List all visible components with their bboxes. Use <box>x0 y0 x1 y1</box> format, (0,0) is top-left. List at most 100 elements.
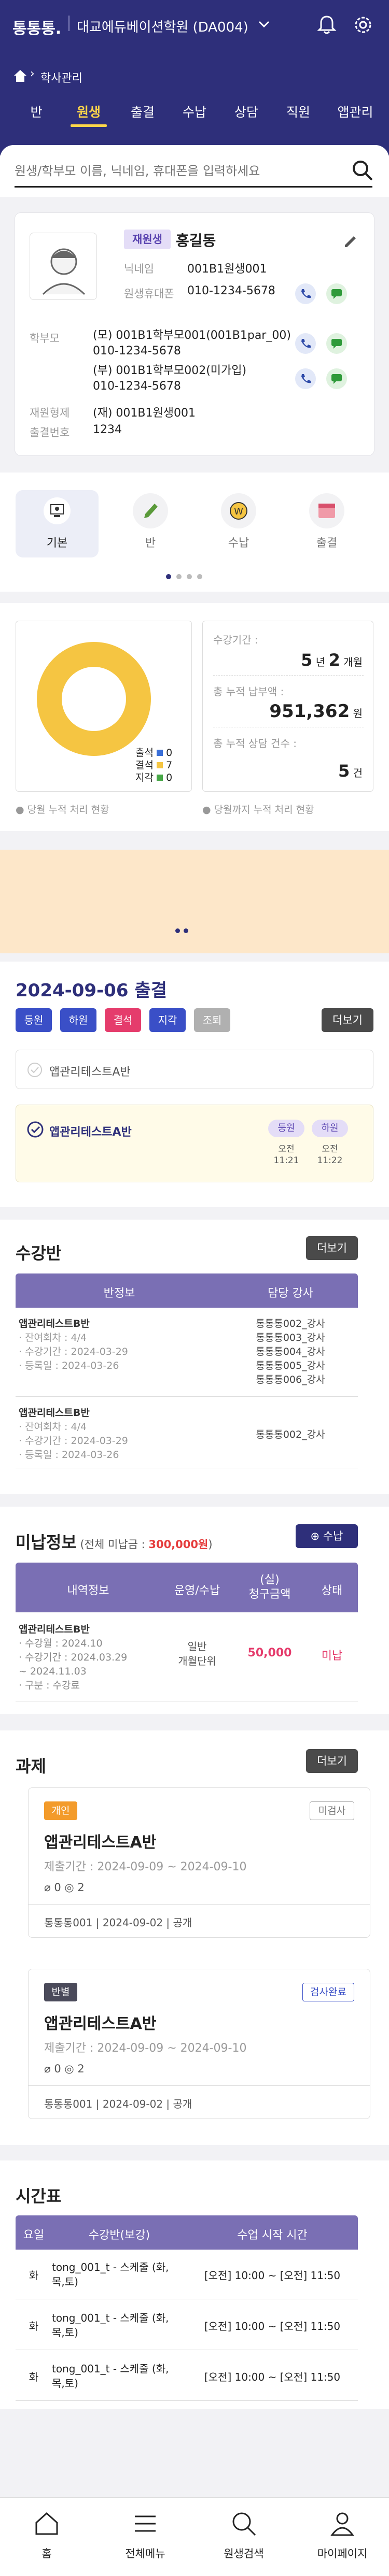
task-counts: ⌀ 0 ◎ 2 <box>44 1881 85 1894</box>
active-tab-indicator <box>71 124 107 127</box>
late-button[interactable]: 지각 <box>149 1008 186 1032</box>
sibling-label: 재원형제 <box>30 407 70 419</box>
quick-attendance[interactable]: 출결 <box>285 490 368 557</box>
task-footer: 통통통001 | 2024-09-02 | 공개 <box>44 2098 192 2110</box>
table-row[interactable]: 화 tong_001_t - 스케줄 (화,목,토) [오전] 10:00 ~ … <box>16 2351 358 2401</box>
parent-1-phone: 010-1234-5678 <box>93 345 181 357</box>
pay-button[interactable]: ⊕ 수납 <box>296 1524 358 1548</box>
absent-button[interactable]: 결석 <box>105 1008 141 1032</box>
app-logo[interactable]: 통통통. <box>12 16 61 38</box>
attendance-row-1[interactable]: 앱관리테스트A반 <box>16 1050 373 1089</box>
attachment-icon: ⌀ <box>44 1881 51 1894</box>
cumulative-card: 수강기간 : 5 년 2 개월 총 누적 납부액 : 951,362 원 총 누… <box>202 621 373 792</box>
nav-home-label: 홈 <box>41 2548 52 2560</box>
call-button[interactable] <box>295 283 316 304</box>
courses-col-teacher: 담당 강사 <box>268 1287 313 1300</box>
gear-icon[interactable] <box>353 15 373 35</box>
unpaid-section: 미납정보 (전체 미납금 : 300,000원) ⊕ 수납 내역정보 운영/수납… <box>0 1507 389 1714</box>
search-input-wrap <box>15 156 373 188</box>
bell-icon[interactable] <box>316 13 337 35</box>
tasks-title: 과제 <box>16 1756 46 1776</box>
comment-icon: ◎ <box>64 1881 74 1894</box>
nav-search-label: 원생검색 <box>224 2548 264 2560</box>
tasks-more-button[interactable]: 더보기 <box>306 1749 358 1773</box>
tab-app-manage[interactable]: 앱관리 <box>329 102 381 121</box>
search-icon[interactable] <box>352 160 373 181</box>
checkin-button[interactable]: 등원 <box>16 1008 52 1032</box>
quick-payment-label: 수납 <box>228 537 249 550</box>
avatar <box>30 233 97 300</box>
edit-pencil-icon[interactable] <box>342 232 359 249</box>
table-row[interactable]: 화 tong_001_t - 스케줄 (화,목,토) [오전] 10:00 ~ … <box>16 2300 358 2350</box>
sibling-value: (재) 001B1원생001 <box>93 407 196 420</box>
message-parent-2-button[interactable] <box>326 368 347 389</box>
early-leave-button[interactable]: 조퇴 <box>194 1008 230 1032</box>
table-row[interactable]: 화 tong_001_t - 스케줄 (화,목,토) [오전] 10:00 ~ … <box>16 2250 358 2299</box>
quick-payment[interactable]: W 수납 <box>197 490 280 557</box>
promo-banner[interactable] <box>0 850 389 953</box>
unpaid-info: 앱관리테스트B반 · 수강월 : 2024.10 · 수강기간 : 2024.03.… <box>19 1624 128 1691</box>
task-type-badge: 반별 <box>44 1983 77 2001</box>
nav-home[interactable]: 홈 <box>10 2498 83 2576</box>
org-selector[interactable]: 대교에듀베이션학원 (DA004) <box>77 17 248 36</box>
tt-col-class: 수강반(보강) <box>88 2229 150 2242</box>
tab-payment[interactable]: 수납 <box>176 102 213 121</box>
tab-attendance[interactable]: 출결 <box>124 102 161 121</box>
comment-icon: ◎ <box>64 2063 74 2075</box>
nav-mypage[interactable]: 마이페이지 <box>306 2498 379 2576</box>
period-label: 수강기간 : <box>213 634 258 646</box>
table-row[interactable]: 앱관리테스트B반 · 수강월 : 2024.10 · 수강기간 : 2024.03.… <box>16 1613 358 1701</box>
tab-student[interactable]: 원생 <box>71 102 107 121</box>
chevron-down-icon[interactable] <box>257 20 271 29</box>
task-card[interactable]: 반별 검사완료 앱관리테스트A반 제출기간 : 2024-09-09 ~ 202… <box>28 1969 370 2119</box>
course-teachers: 통통통002_강사 통통통003_강사 통통통004_강사 통통통005_강사 통통통0… <box>256 1318 325 1385</box>
task-footer: 통통통001 | 2024-09-02 | 공개 <box>44 1916 192 1929</box>
consult-label: 총 누적 상담 건수 : <box>213 737 297 750</box>
unpaid-col-amount: (실) 청구금액 <box>248 1573 291 1601</box>
unpaid-title: 미납정보 (전체 미납금 : 300,000원) <box>16 1533 213 1552</box>
nick-value: 001B1원생001 <box>187 263 267 276</box>
call-parent-2-button[interactable] <box>295 368 316 389</box>
search-input[interactable] <box>15 160 336 182</box>
check-circle-icon <box>27 1121 44 1138</box>
checkout-time: 오전 11:22 <box>317 1144 343 1166</box>
table-row[interactable]: 앱관리테스트B반 · 잔여회차 : 4/4 · 수강기간 : 2024-03-29 ·… <box>16 1309 358 1397</box>
attendance-title: 2024-09-06 출결 <box>16 980 167 1001</box>
tab-staff[interactable]: 직원 <box>280 102 316 121</box>
quick-attendance-label: 출결 <box>316 537 338 550</box>
task-status-badge: 검사완료 <box>302 1983 354 2001</box>
parent-1-name: (모) 001B1학부모001(001B1par_00) <box>93 329 291 342</box>
nav-menu-label: 전체메뉴 <box>125 2548 165 2560</box>
tt-time: [오전] 10:00 ~ [오전] 11:50 <box>204 2320 341 2332</box>
tasks-more-wrap: 더보기 <box>306 1749 358 1773</box>
attendance-more-button[interactable]: 더보기 <box>322 1008 373 1032</box>
quick-basic[interactable]: 기본 <box>16 490 99 557</box>
unpaid-status: 미납 <box>321 1650 343 1663</box>
course-teachers: 통통통002_강사 <box>256 1429 325 1440</box>
calendar-icon <box>309 493 344 528</box>
quick-class[interactable]: 반 <box>109 490 192 557</box>
message-parent-1-button[interactable] <box>326 333 347 354</box>
task-name: 앱관리테스트A반 <box>44 1834 157 1852</box>
search-bar <box>0 145 389 197</box>
tt-day: 화 <box>29 2371 39 2383</box>
home-icon[interactable] <box>12 68 28 83</box>
tab-class[interactable]: 반 <box>26 102 47 121</box>
check-circle-icon <box>27 1063 42 1077</box>
call-parent-1-button[interactable] <box>295 333 316 354</box>
table-row[interactable]: 앱관리테스트B반 · 잔여회차 : 4/4 · 수강기간 : 2024-03-29 ·… <box>16 1398 358 1468</box>
tasks-section: 과제 더보기 개인 미검사 앱관리테스트A반 제출기간 : 2024-09-09… <box>0 1730 389 2145</box>
checkout-button[interactable]: 하원 <box>60 1008 96 1032</box>
breadcrumb-separator: › <box>30 67 35 80</box>
nav-menu[interactable]: 전체메뉴 <box>109 2498 182 2576</box>
message-button[interactable] <box>326 283 347 304</box>
task-card[interactable]: 개인 미검사 앱관리테스트A반 제출기간 : 2024-09-09 ~ 2024… <box>28 1787 370 1938</box>
tab-consult[interactable]: 상담 <box>228 102 265 121</box>
unpaid-col-info: 내역정보 <box>67 1584 109 1597</box>
unpaid-amount: 50,000 <box>247 1647 292 1659</box>
attendance-row-2[interactable]: 앱관리테스트A반 등원 하원 오전 11:21 오전 11:22 <box>16 1105 373 1182</box>
nav-search[interactable]: 원생검색 <box>207 2498 280 2576</box>
courses-more-button[interactable]: 더보기 <box>306 1236 358 1260</box>
checkout-badge: 하원 <box>312 1120 348 1137</box>
attendance-row-2-class: 앱관리테스트A반 <box>49 1126 132 1139</box>
